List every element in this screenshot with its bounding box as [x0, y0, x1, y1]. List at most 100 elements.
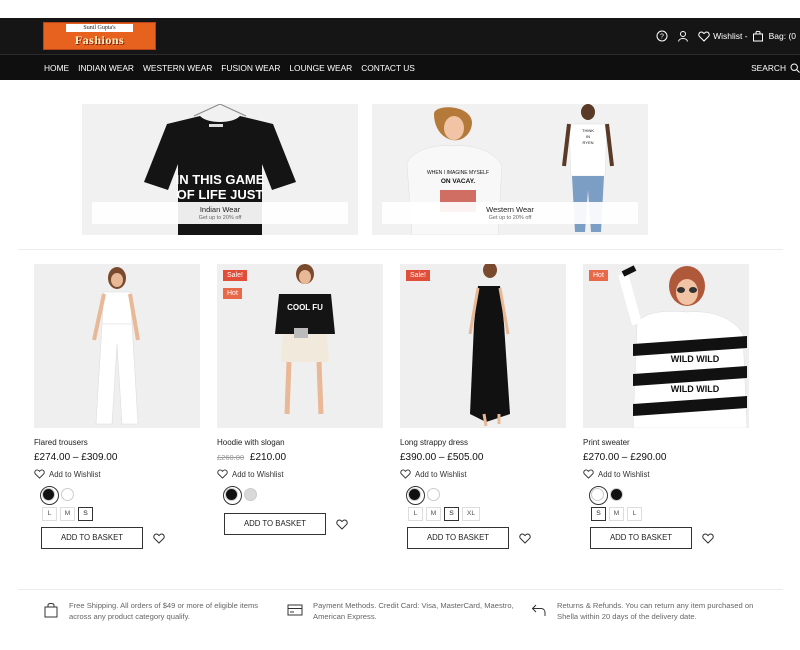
price-value: £274.00 – £309.00: [34, 452, 118, 463]
color-swatch-black[interactable]: [406, 486, 425, 505]
color-swatch-black[interactable]: [40, 486, 59, 505]
price-value: £390.00 – £505.00: [400, 452, 484, 463]
size-option[interactable]: L: [42, 507, 57, 521]
banner-subtitle: Get up to 20% off: [488, 215, 532, 221]
site-logo[interactable]: Sunil Gupta's Fashions: [43, 22, 156, 50]
feature-text: Returns & Refunds. You can return any it…: [557, 601, 754, 621]
nav-item-contact-us[interactable]: CONTACT US: [361, 63, 415, 73]
svg-text:OF LIFE JUST: OF LIFE JUST: [177, 187, 264, 202]
product-card: COOL FU Sale! Hot Hoodie with slogan £26…: [217, 264, 383, 535]
wishlist-link[interactable]: Wishlist -: [713, 31, 747, 41]
nav-item-indian-wear[interactable]: INDIAN WEAR: [78, 63, 134, 73]
buy-row: ADD TO BASKET: [41, 527, 200, 549]
heart-icon: [217, 469, 228, 479]
color-swatch-black[interactable]: [223, 486, 242, 505]
size-option[interactable]: M: [609, 507, 624, 521]
product-name[interactable]: Long strappy dress: [400, 438, 566, 447]
svg-text:ON VACAY.: ON VACAY.: [441, 178, 476, 185]
color-swatches: [406, 486, 566, 505]
svg-text:WILD WILD: WILD WILD: [671, 354, 720, 364]
banner-indian-wear[interactable]: IN THIS GAME OF LIFE JUST Indian Wear Ge…: [82, 104, 358, 235]
banner-title: Indian Wear: [199, 205, 241, 214]
card-icon: [287, 602, 303, 618]
price-value: £210.00: [249, 452, 287, 463]
add-to-basket-button[interactable]: ADD TO BASKET: [590, 527, 692, 549]
color-swatches: [589, 486, 749, 505]
product-card: Flared trousers £274.00 – £309.00 Add to…: [34, 264, 200, 549]
color-swatch-black[interactable]: [610, 488, 623, 501]
logo-big-text: Fashions: [74, 33, 125, 47]
product-image[interactable]: Sale!: [400, 264, 566, 428]
add-to-wishlist[interactable]: Add to Wishlist: [34, 469, 200, 479]
size-option[interactable]: M: [426, 507, 441, 521]
nav-item-home[interactable]: HOME: [44, 63, 69, 73]
search-icon[interactable]: [790, 63, 800, 73]
add-to-basket-button[interactable]: ADD TO BASKET: [407, 527, 509, 549]
bag-link[interactable]: Bag: (0: [769, 31, 796, 41]
wishlist-label: Add to Wishlist: [415, 469, 467, 479]
bag-icon: [43, 602, 59, 618]
banner-subtitle: Get up to 20% off: [198, 215, 242, 221]
add-to-wishlist[interactable]: Add to Wishlist: [583, 469, 749, 479]
bag-icon[interactable]: [752, 30, 765, 43]
banner-caption: Indian Wear Get up to 20% off: [92, 202, 348, 224]
svg-text:THINK: THINK: [582, 128, 594, 133]
product-image[interactable]: WILD WILD WILD WILD Hot: [583, 264, 749, 428]
size-option[interactable]: S: [591, 507, 606, 521]
product-image[interactable]: [34, 264, 200, 428]
heart-icon[interactable]: [702, 532, 714, 544]
wishlist-label: Add to Wishlist: [49, 469, 101, 479]
color-swatch-white[interactable]: [61, 488, 74, 501]
heart-icon[interactable]: [336, 518, 348, 530]
color-swatch-white[interactable]: [427, 488, 440, 501]
size-options: L M S XL: [408, 507, 566, 521]
product-card: WILD WILD WILD WILD Hot Print sweater £2…: [583, 264, 749, 549]
svg-text:WILD WILD: WILD WILD: [671, 384, 720, 394]
add-to-basket-button[interactable]: ADD TO BASKET: [41, 527, 143, 549]
product-name[interactable]: Flared trousers: [34, 438, 200, 447]
heart-icon[interactable]: [153, 532, 165, 544]
color-swatch-white[interactable]: [589, 486, 608, 505]
color-swatch-grey[interactable]: [244, 488, 257, 501]
buy-row: ADD TO BASKET: [407, 527, 566, 549]
size-option[interactable]: L: [408, 507, 423, 521]
banner-western-wear[interactable]: WHEN I IMAGINE MYSELF ON VACAY. THINK IN…: [372, 104, 648, 235]
wishlist-label: Add to Wishlist: [232, 469, 284, 479]
nav-item-lounge-wear[interactable]: LOUNGE WEAR: [289, 63, 352, 73]
product-name[interactable]: Print sweater: [583, 438, 749, 447]
buy-row: ADD TO BASKET: [590, 527, 749, 549]
product-image[interactable]: COOL FU Sale! Hot: [217, 264, 383, 428]
feature-text: Payment Methods. Credit Card: Visa, Mast…: [313, 601, 514, 621]
add-to-basket-button[interactable]: ADD TO BASKET: [224, 513, 326, 535]
heart-icon: [583, 469, 594, 479]
color-swatches: [40, 486, 200, 505]
product-price: £390.00 – £505.00: [400, 452, 566, 463]
help-icon[interactable]: ?: [655, 30, 668, 43]
product-card: Sale! Long strappy dress £390.00 – £505.…: [400, 264, 566, 549]
product-name[interactable]: Hoodie with slogan: [217, 438, 383, 447]
hot-badge: Hot: [589, 270, 608, 281]
nav-item-western-wear[interactable]: WESTERN WEAR: [143, 63, 212, 73]
size-option[interactable]: XL: [462, 507, 480, 521]
feature-returns: Returns & Refunds. You can return any it…: [531, 600, 761, 622]
feature-payment-methods: Payment Methods. Credit Card: Visa, Mast…: [287, 600, 517, 622]
banner-title: Western Wear: [486, 205, 534, 214]
size-option[interactable]: S: [444, 507, 459, 521]
account-icon[interactable]: [676, 30, 689, 43]
add-to-wishlist[interactable]: Add to Wishlist: [217, 469, 383, 479]
size-option[interactable]: S: [78, 507, 93, 521]
size-option[interactable]: M: [60, 507, 75, 521]
feature-free-shipping: Free Shipping. All orders of $49 or more…: [43, 600, 278, 622]
nav-item-fusion-wear[interactable]: FUSION WEAR: [221, 63, 280, 73]
heart-icon[interactable]: [519, 532, 531, 544]
wishlist-label: Add to Wishlist: [598, 469, 650, 479]
size-option[interactable]: L: [627, 507, 642, 521]
svg-text:?: ?: [660, 34, 664, 41]
header-actions: ? Wishlist - Bag: (0: [655, 28, 800, 44]
sale-badge: Sale!: [406, 270, 430, 281]
search-label[interactable]: SEARCH: [751, 63, 786, 73]
wishlist-icon[interactable]: [697, 30, 710, 43]
nav-search[interactable]: SEARCH: [751, 63, 800, 73]
logo-small-text: Sunil Gupta's: [66, 24, 133, 32]
add-to-wishlist[interactable]: Add to Wishlist: [400, 469, 566, 479]
